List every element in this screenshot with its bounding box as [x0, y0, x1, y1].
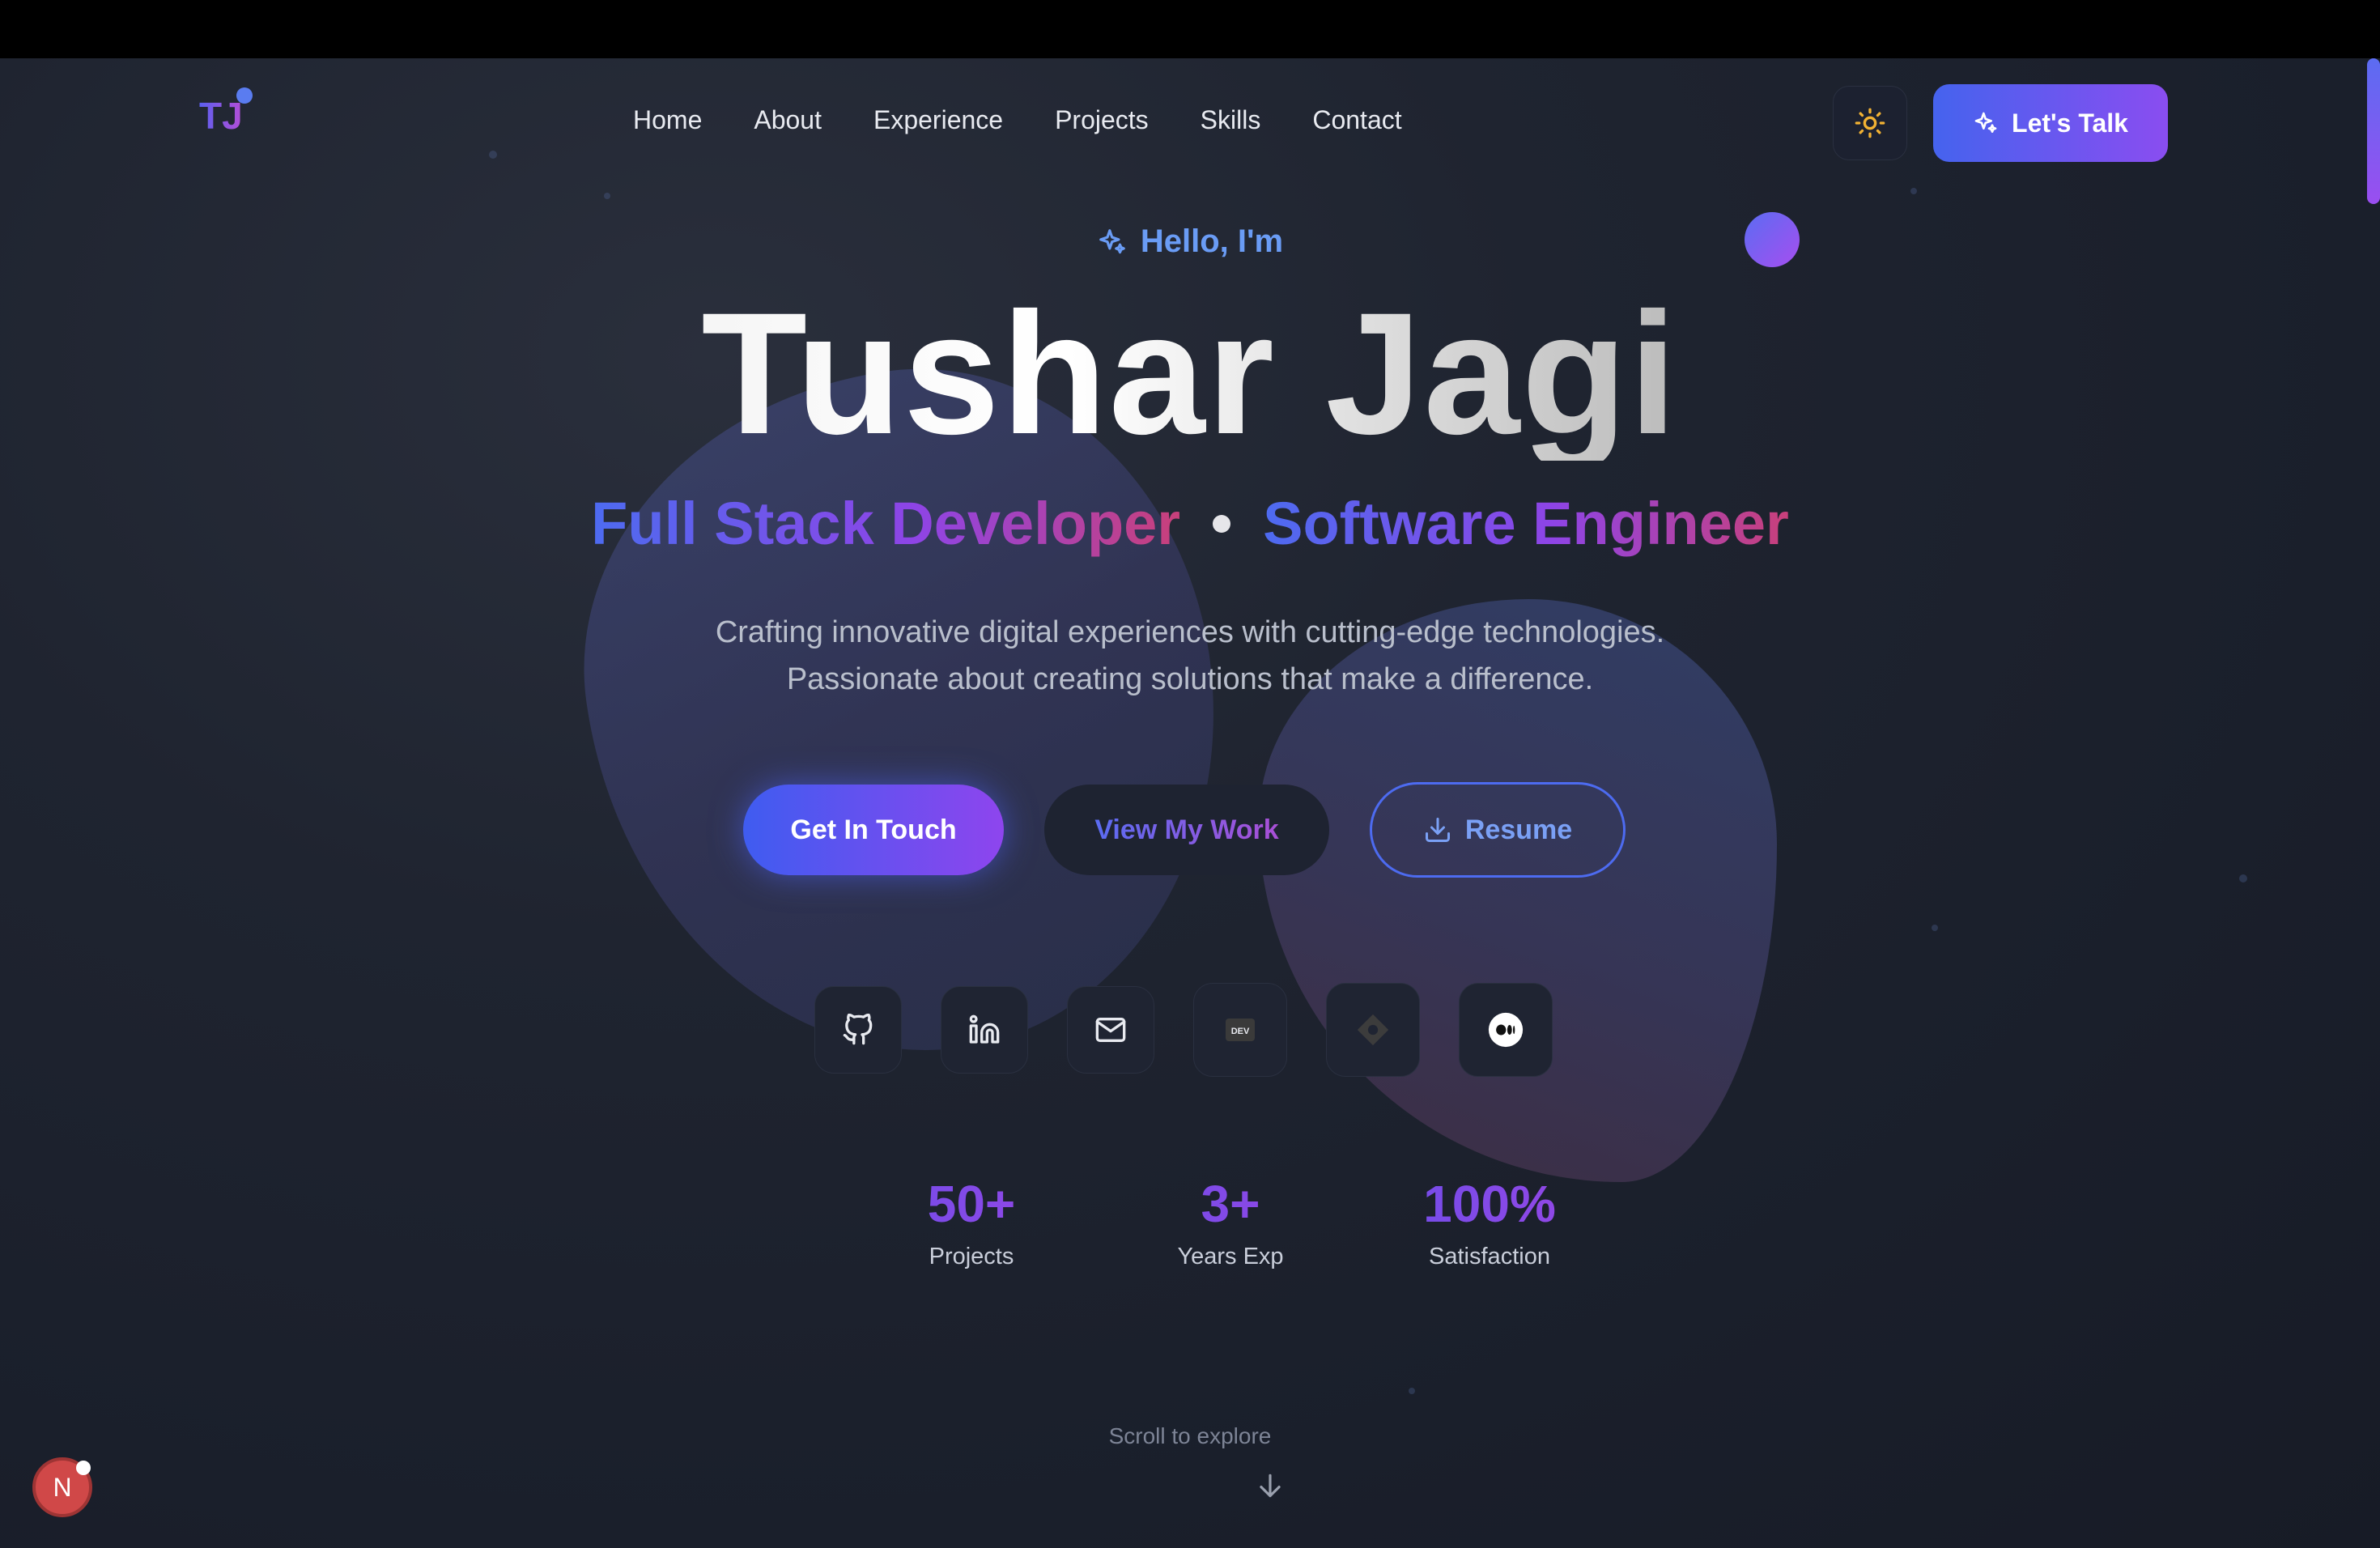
github-link[interactable]	[814, 986, 902, 1074]
medium-link[interactable]	[1459, 983, 1553, 1077]
tagline-line-1: Crafting innovative digital experiences …	[715, 615, 1665, 649]
mail-icon	[1095, 1018, 1126, 1042]
hero-tagline: Crafting innovative digital experiences …	[0, 609, 2380, 703]
devto-icon: DEV	[1226, 1019, 1255, 1041]
role-software-engineer: Software Engineer	[1263, 490, 1789, 557]
nav-home[interactable]: Home	[633, 105, 702, 135]
stat-value: 3+	[1101, 1174, 1360, 1234]
particle-dot	[1910, 188, 1917, 194]
greeting-text: Hello, I'm	[1140, 223, 1284, 259]
role-full-stack: Full Stack Developer	[591, 490, 1181, 557]
scroll-hint: Scroll to explore	[1108, 1423, 1272, 1448]
logo-dot	[236, 87, 253, 104]
role-separator	[1213, 514, 1231, 533]
particle-dot	[604, 193, 610, 199]
main-nav: Home About Experience Projects Skills Co…	[633, 105, 1402, 135]
nav-projects[interactable]: Projects	[1055, 105, 1149, 135]
arrow-down-icon[interactable]	[1255, 1470, 1286, 1501]
github-icon	[843, 1014, 873, 1045]
lets-talk-label: Let's Talk	[2012, 108, 2128, 138]
particle-dot	[489, 151, 497, 159]
view-my-work-label: View My Work	[1094, 814, 1279, 845]
stat-projects: 50+ Projects	[842, 1174, 1101, 1270]
stat-label: Years Exp	[1177, 1244, 1284, 1269]
tagline-line-2: Passionate about creating solutions that…	[786, 662, 1594, 696]
nav-experience[interactable]: Experience	[873, 105, 1003, 135]
nav-about[interactable]: About	[754, 105, 822, 135]
nav-skills[interactable]: Skills	[1201, 105, 1261, 135]
resume-label: Resume	[1464, 814, 1573, 845]
hero-greeting: Hello, I'm	[0, 223, 2380, 260]
diamond-icon	[1357, 1014, 1389, 1046]
particle-dot	[1932, 925, 1938, 931]
stat-experience: 3+ Years Exp	[1101, 1174, 1360, 1270]
devto-link[interactable]: DEV	[1193, 983, 1287, 1077]
get-in-touch-button[interactable]: Get In Touch	[743, 785, 1004, 875]
view-my-work-button[interactable]: View My Work	[1044, 785, 1329, 875]
hero-actions: Get In Touch View My Work Resume	[743, 782, 1626, 878]
hero-name: Tushar Jagi	[0, 287, 2380, 461]
sun-icon	[1855, 108, 1885, 138]
download-icon	[1425, 818, 1450, 842]
diamond-link[interactable]	[1326, 983, 1420, 1077]
particle-dot	[2239, 874, 2247, 882]
stat-label: Satisfaction	[1429, 1244, 1550, 1269]
social-links: DEV	[814, 983, 1553, 1077]
browser-top-bar	[0, 0, 2380, 58]
sparkles-icon	[1099, 228, 1125, 253]
stat-label: Projects	[929, 1244, 1014, 1269]
badge-indicator-dot	[76, 1461, 91, 1475]
linkedin-link[interactable]	[941, 986, 1028, 1074]
nav-contact[interactable]: Contact	[1312, 105, 1401, 135]
stat-value: 50+	[842, 1174, 1101, 1234]
email-link[interactable]	[1067, 986, 1154, 1074]
linkedin-icon	[969, 1014, 1000, 1044]
logo[interactable]: TJ	[199, 94, 243, 138]
medium-icon	[1488, 1012, 1524, 1048]
theme-toggle-button[interactable]	[1833, 86, 1907, 160]
sparkles-icon	[1974, 112, 1997, 133]
stats: 50+ Projects 3+ Years Exp 100% Satisfact…	[842, 1174, 1619, 1270]
page-scrollbar[interactable]	[2367, 58, 2380, 204]
stat-satisfaction: 100% Satisfaction	[1360, 1174, 1619, 1270]
svg-text:DEV: DEV	[1231, 1027, 1250, 1036]
stat-value: 100%	[1360, 1174, 1619, 1234]
resume-button[interactable]: Resume	[1370, 782, 1626, 878]
lets-talk-button[interactable]: Let's Talk	[1933, 84, 2168, 162]
hero-roles: Full Stack Developer Software Engineer	[0, 489, 2380, 558]
particle-dot	[1409, 1388, 1415, 1394]
